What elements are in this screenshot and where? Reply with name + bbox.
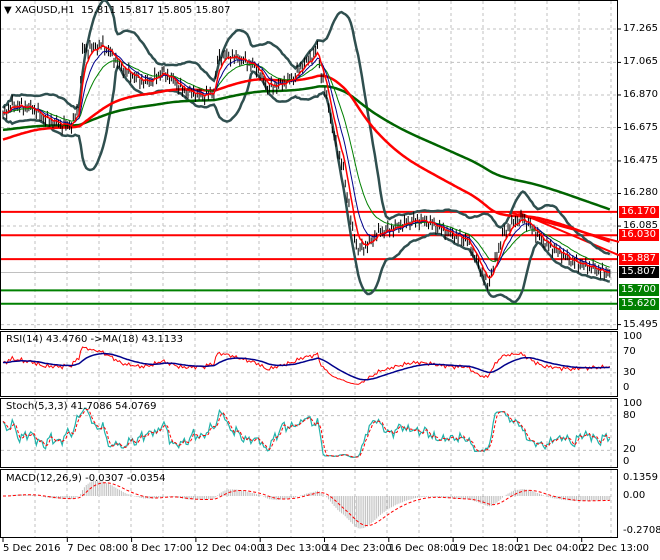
price-tick-label: 16.675 <box>623 121 658 133</box>
current-price-tag: 15.807 <box>619 266 659 279</box>
time-tick-label: 16 Dec 08:00 <box>388 543 457 554</box>
price-tick-label: 15.495 <box>623 318 658 330</box>
time-tick-label: 21 Dec 04:00 <box>517 543 585 554</box>
price-tick-label: 17.265 <box>623 23 658 34</box>
rsi-ma-line <box>2 352 610 381</box>
price-level-tag: 15.887 <box>619 253 659 266</box>
rsi-tick-label: 0 <box>623 382 630 393</box>
ohlc-readout: 15.811 15.817 15.805 15.807 <box>80 5 231 16</box>
time-tick-label: 19 Dec 18:00 <box>453 543 521 554</box>
stoch-label: Stoch(5,3,3) 41.7086 54.0769 <box>6 401 157 412</box>
price-level-tag: 16.030 <box>619 229 659 242</box>
macd-tick-label: 0.00 <box>623 490 646 501</box>
price-tick-label: 16.280 <box>623 187 658 199</box>
macd-tick-label: -0.2708 <box>623 525 660 536</box>
stoch-tick-label: 20 <box>623 444 636 456</box>
stoch-tick-label: 100 <box>623 398 643 409</box>
time-tick-label: 8 Dec 17:00 <box>131 543 193 554</box>
ma-100-line <box>2 74 611 243</box>
rsi-tick-label: 100 <box>623 331 643 342</box>
macd-label: MACD(12,26,9) -0.0307 -0.0354 <box>6 473 166 484</box>
stoch-tick-label: 0 <box>623 456 630 467</box>
ma-200-line <box>2 85 611 211</box>
time-tick-label: 13 Dec 13:00 <box>260 543 328 554</box>
stoch-tick-label: 80 <box>623 409 636 421</box>
price-tick-label: 17.065 <box>623 56 658 68</box>
time-tick-label: 7 Dec 08:00 <box>67 543 129 554</box>
bollinger-lower-band <box>2 64 610 304</box>
time-tick-label: 22 Dec 13:00 <box>581 543 649 554</box>
collapse-arrow-icon[interactable]: ▼ <box>4 5 12 16</box>
symbol-label: XAGUSD,H1 <box>14 5 75 16</box>
macd-tick-label: 0.1359 <box>623 472 658 484</box>
rsi-label: RSI(14) 43.4760 ->MA(18) 43.1133 <box>6 334 183 345</box>
chart-title: ▼ XAGUSD,H1 15.811 15.817 15.805 15.807 <box>4 5 230 16</box>
price-level-tag: 16.170 <box>619 205 659 218</box>
price-tick-label: 16.870 <box>623 88 658 100</box>
time-tick-label: 5 Dec 2016 <box>3 543 61 554</box>
price-tick-label: 16.475 <box>623 154 658 166</box>
time-tick-label: 12 Dec 04:00 <box>195 543 264 554</box>
rsi-tick-label: 70 <box>623 346 636 358</box>
price-level-tag: 15.620 <box>619 297 659 310</box>
price-level-tag: 15.700 <box>619 284 659 297</box>
time-tick-label: 14 Dec 23:00 <box>324 543 392 554</box>
rsi-tick-label: 30 <box>623 366 636 378</box>
